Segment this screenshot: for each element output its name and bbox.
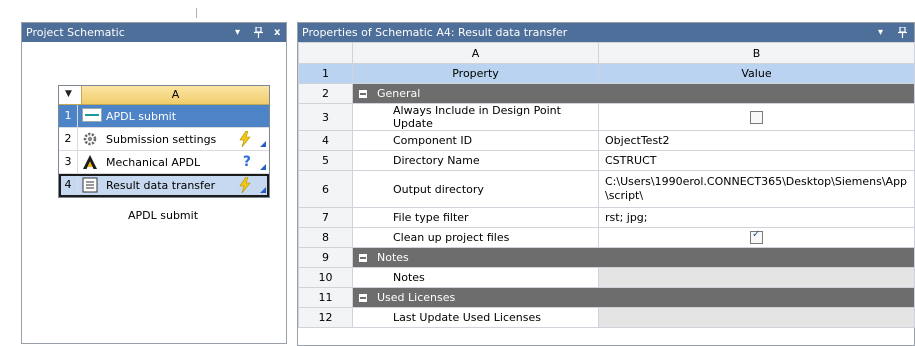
component-id-value[interactable]: ObjectTest2 xyxy=(598,130,915,151)
list-icon xyxy=(82,177,102,193)
group-row-general[interactable]: 2 General xyxy=(298,83,915,104)
property-label: Output directory xyxy=(352,170,599,208)
property-label: Notes xyxy=(352,267,599,288)
table-row[interactable]: 8 Clean up project files xyxy=(298,227,915,248)
always-include-checkbox[interactable] xyxy=(750,110,763,124)
system-dropdown[interactable]: ▼ xyxy=(59,86,82,104)
property-header: Property xyxy=(352,63,599,84)
value-header: Value xyxy=(598,63,915,84)
property-label: Clean up project files xyxy=(352,227,599,248)
system-row-label: Result data transfer xyxy=(106,178,216,192)
table-row[interactable]: 3 Always Include in Design Point Update xyxy=(298,103,915,131)
collapse-icon[interactable] xyxy=(359,254,367,262)
group-label: Notes xyxy=(377,251,409,264)
row-number: 1 xyxy=(298,63,353,84)
properties-table: A B 1 Property Value 2 General 3 Always … xyxy=(298,42,915,328)
group-label: Used Licenses xyxy=(377,291,456,304)
table-row[interactable]: 10 Notes xyxy=(298,267,915,288)
ansys-logo-icon xyxy=(82,154,102,170)
project-schematic-titlebar: Project Schematic ▾ x xyxy=(22,23,286,42)
row-number: 2 xyxy=(59,128,78,150)
system-block[interactable]: ▼ A 1 APDL submit 2 Submission settings … xyxy=(58,85,270,198)
row-number: 9 xyxy=(298,247,353,268)
row-number: 5 xyxy=(298,150,353,171)
always-include-checkbox-cell[interactable] xyxy=(598,103,915,131)
file-type-filter-value[interactable]: rst; jpg; xyxy=(598,207,915,228)
row-number: 4 xyxy=(59,174,78,196)
property-label: Always Include in Design Point Update xyxy=(352,103,599,131)
row-number: 11 xyxy=(298,287,353,308)
row-number: 1 xyxy=(59,105,78,127)
property-label: File type filter xyxy=(352,207,599,228)
column-header-a[interactable]: A xyxy=(352,42,599,64)
column-header-b[interactable]: B xyxy=(598,42,915,64)
column-header-row: A B xyxy=(298,42,915,64)
corner-marker-icon xyxy=(260,141,266,147)
row-number: 10 xyxy=(298,267,353,288)
row-number: 7 xyxy=(298,207,353,228)
output-directory-value[interactable]: C:\Users\1990erol.CONNECT365\Desktop\Sie… xyxy=(598,170,915,208)
collapse-icon[interactable] xyxy=(359,294,367,302)
system-row-label: APDL submit xyxy=(106,109,177,123)
group-row-used-licenses[interactable]: 11 Used Licenses xyxy=(298,287,915,308)
group-cell[interactable]: General xyxy=(352,83,915,104)
system-row-label: Submission settings xyxy=(106,132,217,146)
siemens-logo-icon xyxy=(82,108,102,124)
pin-icon[interactable] xyxy=(254,23,263,45)
table-row[interactable]: 5 Directory Name CSTRUCT xyxy=(298,150,915,171)
table-row[interactable]: 6 Output directory C:\Users\1990erol.CON… xyxy=(298,170,915,208)
corner-cell xyxy=(298,42,353,64)
table-row[interactable]: 12 Last Update Used Licenses xyxy=(298,307,915,328)
lightning-icon xyxy=(239,176,251,197)
row-number: 12 xyxy=(298,307,353,328)
table-row[interactable]: 7 File type filter rst; jpg; xyxy=(298,207,915,228)
system-row-result-data-transfer[interactable]: 4 Result data transfer xyxy=(59,174,269,197)
system-row-label: Mechanical APDL xyxy=(106,155,201,169)
group-cell[interactable]: Notes xyxy=(352,247,915,268)
question-icon: ? xyxy=(242,154,251,170)
table-row[interactable]: 4 Component ID ObjectTest2 xyxy=(298,130,915,151)
top-strip xyxy=(0,0,915,22)
close-icon[interactable]: x xyxy=(274,23,280,42)
pane-title: Properties of Schematic A4: Result data … xyxy=(302,26,568,39)
system-row-submission-settings[interactable]: 2 Submission settings xyxy=(59,128,269,151)
collapse-icon[interactable] xyxy=(359,90,367,98)
divider xyxy=(196,8,197,18)
dropdown-icon[interactable]: ▾ xyxy=(235,23,240,42)
group-row-notes[interactable]: 9 Notes xyxy=(298,247,915,268)
dropdown-icon[interactable]: ▾ xyxy=(878,23,883,42)
group-cell[interactable]: Used Licenses xyxy=(352,287,915,308)
corner-marker-icon xyxy=(260,164,266,170)
chevron-down-icon: ▼ xyxy=(65,89,72,99)
property-label: Component ID xyxy=(352,130,599,151)
row-number: 6 xyxy=(298,170,353,208)
property-label: Last Update Used Licenses xyxy=(352,307,599,328)
row-number: 8 xyxy=(298,227,353,248)
pane-title: Project Schematic xyxy=(26,26,125,39)
clean-up-checkbox-cell[interactable] xyxy=(598,227,915,248)
lightning-icon xyxy=(239,130,251,151)
directory-name-value[interactable]: CSTRUCT xyxy=(598,150,915,171)
notes-value[interactable] xyxy=(598,267,915,288)
system-row-mechanical-apdl[interactable]: 3 Mechanical APDL ? xyxy=(59,151,269,174)
project-schematic-pane: Project Schematic ▾ x ▼ A 1 APDL submit … xyxy=(21,22,287,344)
properties-titlebar: Properties of Schematic A4: Result data … xyxy=(298,23,914,42)
gear-icon xyxy=(82,131,102,147)
group-label: General xyxy=(377,87,421,100)
corner-marker-icon xyxy=(260,187,266,193)
row-number: 4 xyxy=(298,130,353,151)
row-number: 2 xyxy=(298,83,353,104)
clean-up-checkbox[interactable] xyxy=(750,229,763,245)
row-number: 3 xyxy=(59,151,78,173)
property-label: Directory Name xyxy=(352,150,599,171)
row-number: 3 xyxy=(298,103,353,131)
system-header: ▼ A xyxy=(59,86,269,105)
system-column-label: A xyxy=(82,86,269,104)
properties-pane: Properties of Schematic A4: Result data … xyxy=(297,22,915,346)
last-update-used-licenses-value xyxy=(598,307,915,328)
system-caption[interactable]: APDL submit xyxy=(58,209,268,222)
table-header-row: 1 Property Value xyxy=(298,63,915,84)
system-row-apdl-submit[interactable]: 1 APDL submit xyxy=(59,105,269,128)
